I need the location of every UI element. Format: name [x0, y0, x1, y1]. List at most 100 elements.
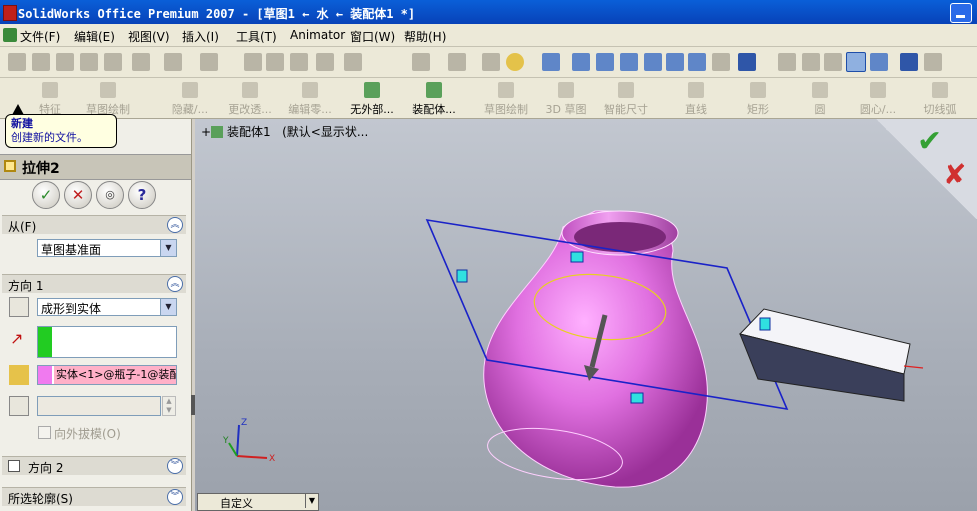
- corner-cancel-icon[interactable]: ✘: [943, 158, 966, 191]
- cancel-button[interactable]: ✕: [64, 181, 92, 209]
- no-external-refs-button[interactable]: 无外部...: [344, 82, 400, 116]
- selected-contours-group-header[interactable]: 所选轮廓(S) ︾: [2, 487, 186, 506]
- chevron-down-icon[interactable]: ▼: [160, 299, 176, 315]
- assembly-button[interactable]: 装配体...: [406, 82, 462, 116]
- view-orientation-icon[interactable]: [738, 53, 756, 71]
- body-selection-field[interactable]: 实体<1>@瓶子-1@装配: [37, 365, 177, 385]
- redo-icon[interactable]: [200, 53, 218, 71]
- extrude-icon: [4, 160, 16, 172]
- zoom-to-fit-icon[interactable]: [572, 53, 590, 71]
- cut-icon[interactable]: [132, 53, 150, 71]
- hide-show-button[interactable]: 隐藏/...: [162, 82, 218, 116]
- plane-handle-bottom[interactable]: [630, 392, 644, 404]
- select-filter-icon[interactable]: [266, 53, 284, 71]
- open-icon[interactable]: [32, 53, 50, 71]
- x-axis-label: X: [269, 454, 275, 464]
- collapse-icon[interactable]: ︽: [167, 217, 183, 233]
- shaded-icon[interactable]: [870, 53, 888, 71]
- direction-vector-field[interactable]: [37, 326, 177, 358]
- pink-selection-marker: [38, 366, 52, 384]
- app-icon: [3, 5, 17, 21]
- expand-icon[interactable]: ︾: [167, 489, 183, 505]
- features-tab[interactable]: 特征: [22, 82, 78, 116]
- print-preview-icon[interactable]: [104, 53, 122, 71]
- solid-body-icon: [9, 365, 29, 385]
- plane-handle-left[interactable]: [456, 269, 468, 283]
- zoom-area-icon[interactable]: [596, 53, 614, 71]
- options-icon[interactable]: [344, 53, 362, 71]
- plane-handle-top[interactable]: [570, 251, 584, 263]
- direction2-group-header[interactable]: 方向 2 ︾: [2, 456, 186, 475]
- property-manager: 拉伸2 ✓ ✕ ◎ ? 从(F) ︽ 草图基准面 ▼ 方向 1 ︽ 成形到实体 …: [0, 119, 192, 511]
- grid-icon[interactable]: [482, 53, 500, 71]
- direction2-checkbox[interactable]: [8, 460, 20, 472]
- rectangle-button[interactable]: 矩形: [730, 82, 786, 116]
- undo-icon[interactable]: [164, 53, 182, 71]
- menu-insert[interactable]: 插入(I): [182, 28, 219, 45]
- ok-button[interactable]: ✓: [32, 181, 60, 209]
- 3d-sketch-button[interactable]: 3D 草图: [538, 82, 594, 116]
- from-select[interactable]: 草图基准面 ▼: [37, 239, 177, 257]
- hidden-lines-visible-icon[interactable]: [802, 53, 820, 71]
- zoom-selection-icon[interactable]: [644, 53, 662, 71]
- y-axis-icon: [228, 442, 238, 457]
- help-button[interactable]: ?: [128, 181, 156, 209]
- menu-help[interactable]: 帮助(H): [404, 28, 446, 45]
- edit-part-button[interactable]: 编辑零...: [282, 82, 338, 116]
- rebuild-icon[interactable]: [290, 53, 308, 71]
- expand-icon[interactable]: ︾: [167, 458, 183, 474]
- select-icon[interactable]: [244, 53, 262, 71]
- wireframe-icon[interactable]: [778, 53, 796, 71]
- draft-angle-spinner[interactable]: ▲ ▼: [162, 396, 176, 416]
- from-group-header[interactable]: 从(F) ︽: [2, 215, 186, 234]
- menu-window[interactable]: 窗口(W): [350, 28, 395, 45]
- minimize-button[interactable]: [950, 3, 972, 23]
- menu-edit[interactable]: 编辑(E): [74, 28, 115, 45]
- menu-tools[interactable]: 工具(T): [236, 28, 277, 45]
- circle-button[interactable]: 圆: [792, 82, 848, 116]
- print-icon[interactable]: [80, 53, 98, 71]
- perspective-icon[interactable]: [900, 53, 918, 71]
- new-icon[interactable]: [8, 53, 26, 71]
- tooltip-pointer: [12, 104, 24, 115]
- hidden-lines-removed-icon[interactable]: [824, 53, 842, 71]
- layout-icon[interactable]: [448, 53, 466, 71]
- menu-view[interactable]: 视图(V): [128, 28, 170, 45]
- center-arc-button[interactable]: 圆心/...: [850, 82, 906, 116]
- rotate-icon[interactable]: [666, 53, 684, 71]
- preview-button[interactable]: ◎: [96, 181, 124, 209]
- chevron-down-icon[interactable]: ▼: [305, 494, 318, 508]
- tangent-arc-icon: [932, 82, 948, 98]
- file-properties-icon[interactable]: [316, 53, 334, 71]
- roll-view-icon[interactable]: [712, 53, 730, 71]
- help-icon[interactable]: [506, 53, 524, 71]
- smart-dimension-button[interactable]: 智能尺寸: [598, 82, 654, 116]
- section-view-icon[interactable]: [924, 53, 942, 71]
- end-condition-select[interactable]: 成形到实体 ▼: [37, 298, 177, 316]
- menu-file[interactable]: 文件(F): [20, 28, 60, 45]
- tangent-arc-button[interactable]: 切线弧: [912, 82, 968, 116]
- line-button[interactable]: 直线: [668, 82, 724, 116]
- direction1-group-header[interactable]: 方向 1 ︽: [2, 274, 186, 293]
- zoom-in-out-icon[interactable]: [620, 53, 638, 71]
- collapse-icon[interactable]: ︽: [167, 276, 183, 292]
- pan-icon[interactable]: [688, 53, 706, 71]
- menu-animator[interactable]: Animator: [290, 28, 345, 42]
- sketch-tab[interactable]: 草图绘制: [80, 82, 136, 116]
- draft-angle-input[interactable]: [37, 396, 161, 416]
- box-handle[interactable]: [759, 317, 771, 331]
- change-transparency-button[interactable]: 更改透...: [222, 82, 278, 116]
- corner-ok-icon[interactable]: ✔: [917, 124, 942, 159]
- reverse-direction-icon[interactable]: [9, 297, 29, 317]
- sketch-relations-icon[interactable]: [542, 53, 560, 71]
- graphics-area[interactable]: + 装配体1 (默认<显示状... ✔ ✘ X Z Y 自定义 ▼: [195, 119, 977, 511]
- shaded-with-edges-icon[interactable]: [846, 52, 866, 72]
- chevron-down-icon[interactable]: ▼: [160, 240, 176, 256]
- draft-outward-checkbox[interactable]: [38, 426, 51, 439]
- draft-icon[interactable]: [9, 396, 29, 416]
- configuration-combo[interactable]: 自定义 ▼: [197, 493, 319, 511]
- component-icon[interactable]: [412, 53, 430, 71]
- tooltip-description: 创建新的文件。: [11, 131, 88, 144]
- sketch-button[interactable]: 草图绘制: [478, 82, 534, 116]
- save-icon[interactable]: [56, 53, 74, 71]
